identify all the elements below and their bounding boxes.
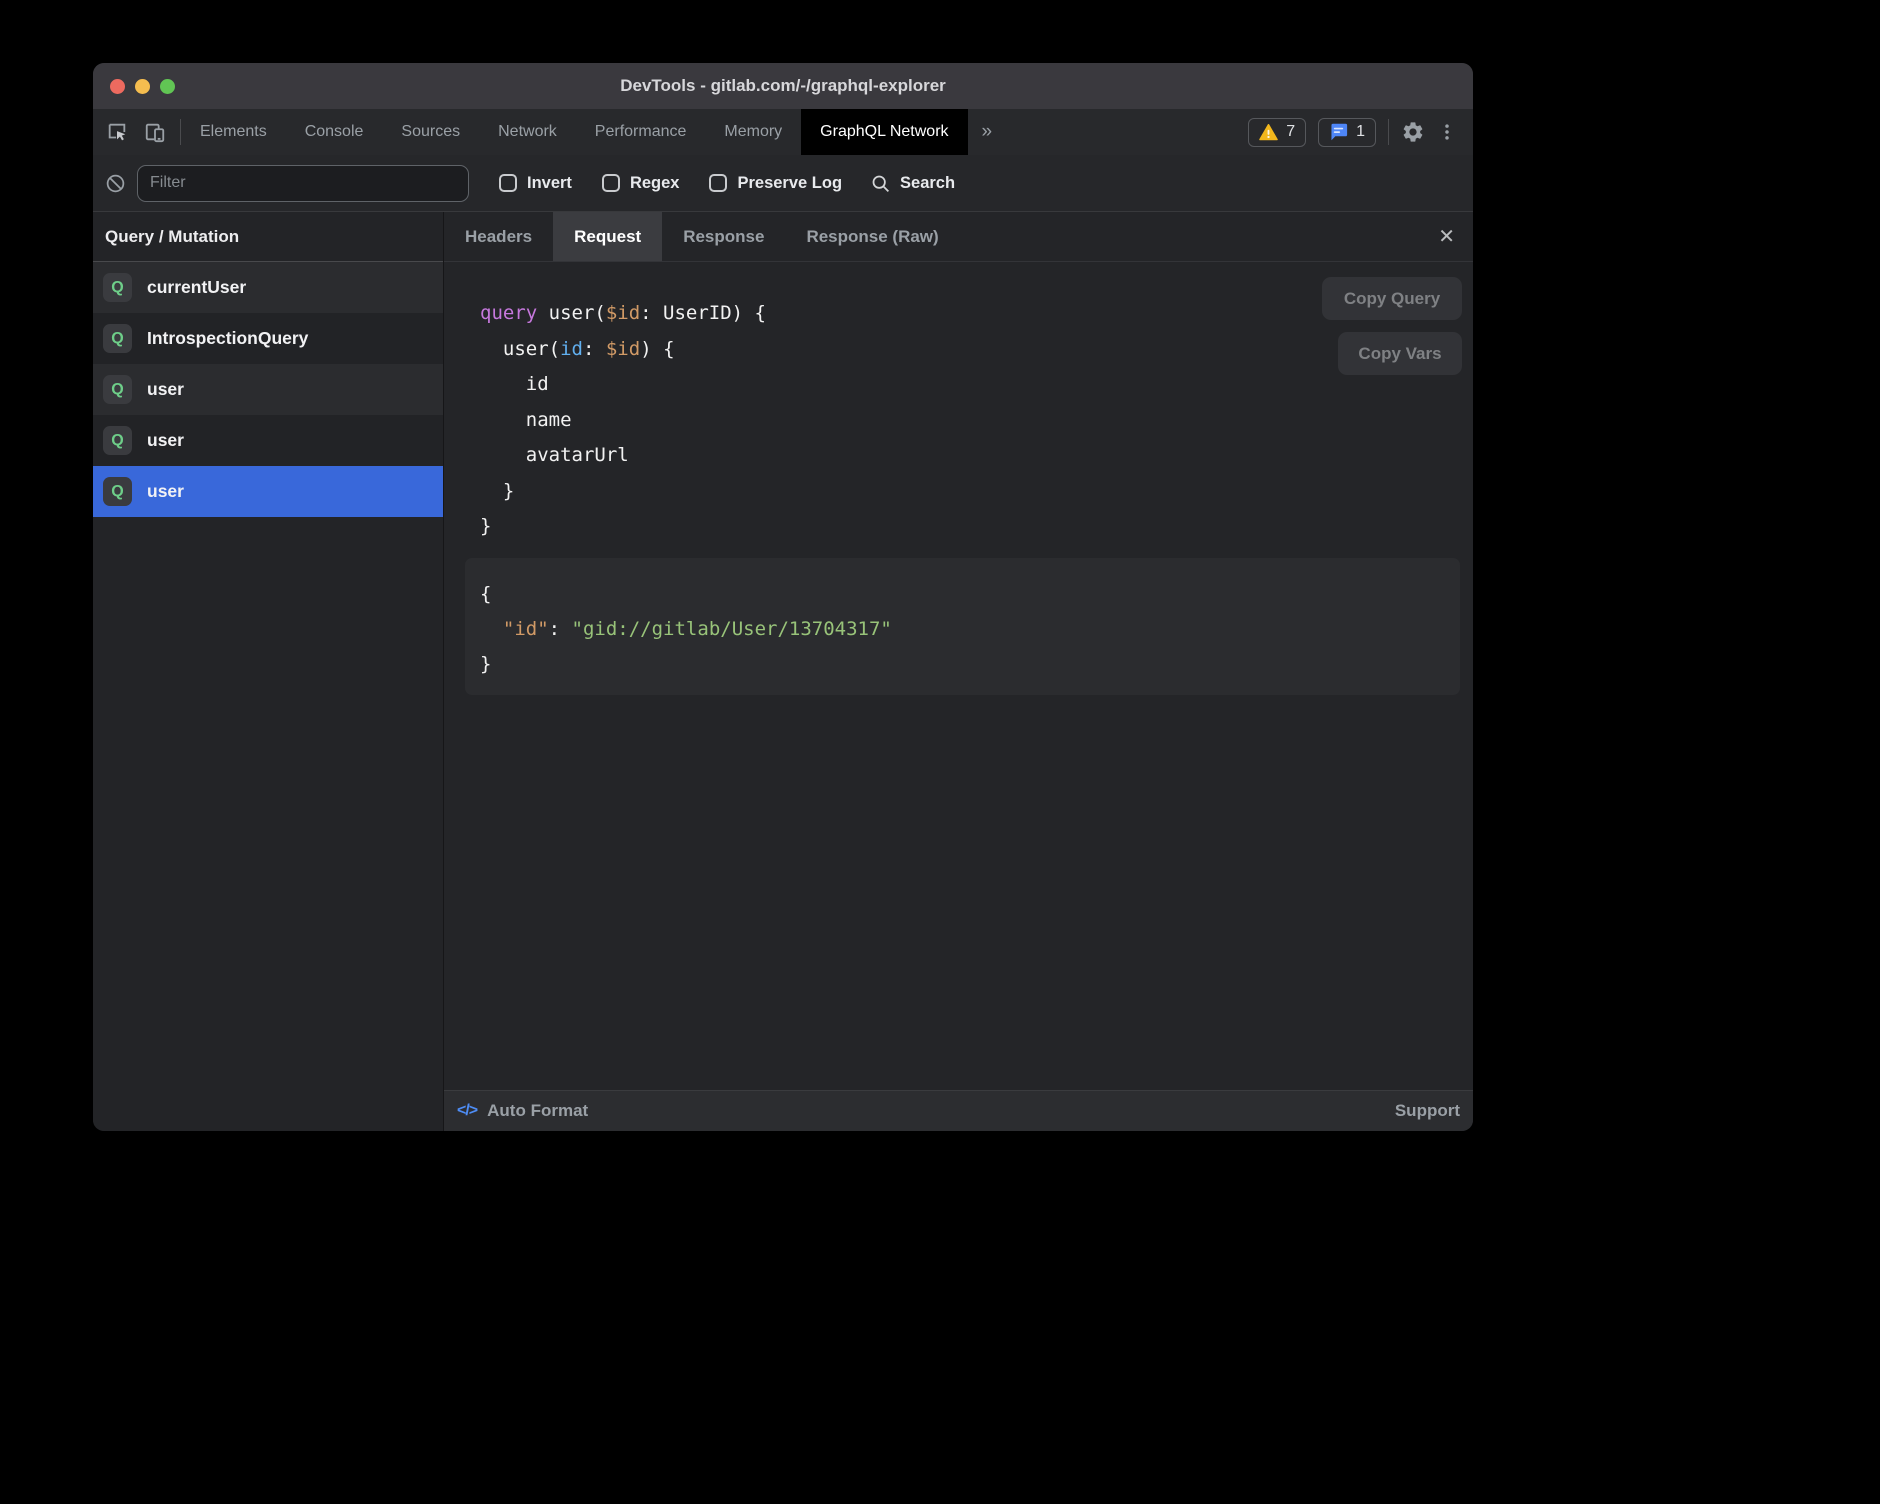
regex-checkbox[interactable]: Regex [602, 174, 680, 193]
device-toolbar-icon[interactable] [144, 121, 166, 143]
inspect-element-icon[interactable] [106, 121, 128, 143]
devtools-tab-bar: Elements Console Sources Network Perform… [93, 109, 1473, 155]
invert-checkbox[interactable]: Invert [499, 174, 572, 193]
copy-vars-button[interactable]: Copy Vars [1338, 332, 1462, 375]
tab-console[interactable]: Console [286, 109, 383, 155]
support-link[interactable]: Support [1395, 1101, 1460, 1121]
invert-checkbox-box[interactable] [499, 174, 517, 192]
list-item-user-3-selected[interactable]: Q user [93, 466, 443, 517]
preserve-log-checkbox[interactable]: Preserve Log [709, 174, 842, 193]
query-variables-block: { "id": "gid://gitlab/User/13704317"} [465, 558, 1460, 695]
query-type-badge: Q [103, 477, 132, 506]
auto-format-label: Auto Format [487, 1101, 588, 1121]
list-item-label: user [147, 481, 184, 502]
search-control[interactable]: Search [870, 173, 955, 194]
request-content: query user($id: UserID) { user(id: $id) … [444, 262, 1473, 1090]
list-item-user-1[interactable]: Q user [93, 364, 443, 415]
devtools-window: DevTools - gitlab.com/-/graphql-explorer [93, 63, 1473, 1131]
panel-footer: </> Auto Format Support [444, 1090, 1473, 1131]
filter-bar: Invert Regex Preserve Log Search [93, 155, 1473, 212]
graphql-query-code: query user($id: UserID) { user(id: $id) … [480, 296, 766, 545]
issues-badge[interactable]: 1 [1318, 118, 1376, 147]
regex-checkbox-label: Regex [630, 174, 680, 193]
issues-count: 1 [1356, 123, 1365, 141]
clear-icon[interactable] [105, 173, 126, 194]
filter-input[interactable] [137, 165, 469, 202]
settings-gear-icon[interactable] [1401, 120, 1425, 144]
query-type-badge: Q [103, 273, 132, 302]
query-list-sidebar: Query / Mutation Q currentUser Q Introsp… [93, 212, 444, 1131]
tab-network[interactable]: Network [479, 109, 576, 155]
preserve-log-checkbox-box[interactable] [709, 174, 727, 192]
warnings-badge[interactable]: 7 [1248, 118, 1306, 147]
tab-performance[interactable]: Performance [576, 109, 706, 155]
tab-response[interactable]: Response [662, 212, 785, 261]
detail-tab-bar: Headers Request Response Response (Raw) … [444, 212, 1473, 262]
query-type-badge: Q [103, 375, 132, 404]
tab-graphql-network[interactable]: GraphQL Network [801, 109, 967, 155]
search-icon [870, 173, 891, 194]
query-list-header: Query / Mutation [93, 212, 443, 262]
more-tabs-icon[interactable]: » [968, 109, 1007, 155]
preserve-log-checkbox-label: Preserve Log [737, 174, 842, 193]
invert-checkbox-label: Invert [527, 174, 572, 193]
list-item-introspectionQuery[interactable]: Q IntrospectionQuery [93, 313, 443, 364]
tab-memory[interactable]: Memory [705, 109, 801, 155]
list-item-label: currentUser [147, 277, 246, 298]
warnings-count: 7 [1286, 123, 1295, 141]
warning-icon [1259, 124, 1278, 141]
window-title: DevTools - gitlab.com/-/graphql-explorer [93, 76, 1473, 96]
tab-elements[interactable]: Elements [181, 109, 286, 155]
badge-divider [1388, 119, 1389, 145]
regex-checkbox-box[interactable] [602, 174, 620, 192]
auto-format-button[interactable]: </> Auto Format [457, 1101, 588, 1121]
message-icon [1329, 123, 1348, 141]
tab-request[interactable]: Request [553, 212, 662, 261]
tab-response-raw[interactable]: Response (Raw) [785, 212, 959, 261]
detail-panel: Headers Request Response Response (Raw) … [444, 212, 1473, 1131]
search-label: Search [900, 174, 955, 193]
more-options-icon[interactable] [1437, 121, 1457, 143]
query-type-badge: Q [103, 324, 132, 353]
code-icon: </> [457, 1102, 477, 1120]
list-item-label: user [147, 430, 184, 451]
tab-sources[interactable]: Sources [382, 109, 479, 155]
close-icon[interactable]: ✕ [1438, 227, 1455, 247]
list-item-label: IntrospectionQuery [147, 328, 308, 349]
list-item-user-2[interactable]: Q user [93, 415, 443, 466]
list-item-currentUser[interactable]: Q currentUser [93, 262, 443, 313]
query-type-badge: Q [103, 426, 132, 455]
list-item-label: user [147, 379, 184, 400]
title-bar: DevTools - gitlab.com/-/graphql-explorer [93, 63, 1473, 109]
copy-query-button[interactable]: Copy Query [1322, 277, 1462, 320]
tab-headers[interactable]: Headers [444, 212, 553, 261]
